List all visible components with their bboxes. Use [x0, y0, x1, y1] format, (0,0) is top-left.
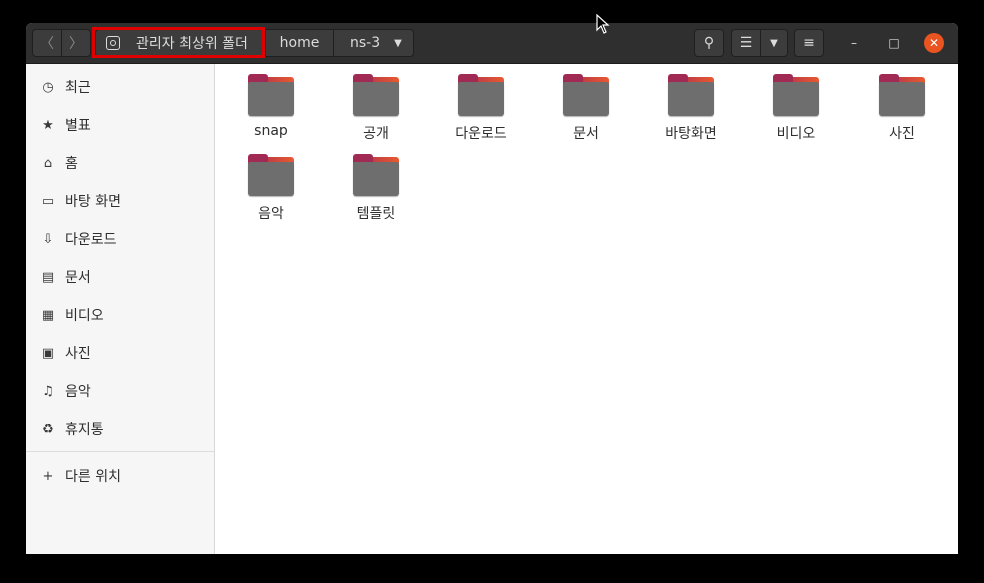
document-icon: ▤: [41, 269, 55, 285]
sidebar-item-trash[interactable]: ♻ 휴지통: [26, 414, 214, 444]
folder-label: 템플릿: [356, 206, 396, 222]
folder-label: 음악: [258, 206, 284, 222]
file-manager-window: 〈 〉 관리자 최상위 폴더 home ns-3 ▼ ⚲ ☰ ▼ ≡ – □ ✕…: [26, 23, 958, 554]
minimize-button[interactable]: –: [844, 33, 864, 53]
folder-item[interactable]: 음악: [226, 154, 316, 223]
file-grid: snap 공개 다운로드 문서 바탕화면 비디오 사진 음악 템플릿: [215, 64, 958, 554]
sidebar-divider: [26, 451, 214, 452]
folder-label: 바탕화면: [665, 126, 717, 142]
folder-item[interactable]: 비디오: [751, 74, 841, 143]
search-icon: ⚲: [703, 35, 715, 51]
star-icon: ★: [42, 117, 54, 133]
music-note-icon: ♫: [42, 383, 54, 399]
sidebar-item-label: 휴지통: [65, 422, 104, 438]
folder-label: 공개: [363, 126, 389, 142]
sidebar-item-starred[interactable]: ★ 별표: [26, 110, 214, 140]
hamburger-menu-icon: ≡: [803, 35, 815, 51]
sidebar-item-desktop[interactable]: ▭ 바탕 화면: [26, 186, 214, 216]
drive-icon: [106, 36, 120, 50]
back-button[interactable]: 〈: [32, 29, 62, 57]
folder-icon: [353, 74, 399, 116]
desktop-icon: ▭: [41, 193, 55, 209]
breadcrumb-home-label: home: [279, 35, 320, 51]
breadcrumb-root[interactable]: 관리자 최상위 폴더: [95, 29, 266, 57]
folder-label: 비디오: [776, 126, 816, 142]
sidebar-item-label: 문서: [65, 270, 91, 286]
sidebar-item-label: 사진: [65, 346, 91, 362]
folder-icon: [668, 74, 714, 116]
sidebar-item-label: 다른 위치: [65, 469, 121, 485]
maximize-button[interactable]: □: [884, 33, 904, 53]
minimize-icon: –: [851, 36, 857, 50]
sidebar-item-label: 음악: [65, 384, 91, 400]
folder-item[interactable]: snap: [226, 74, 316, 139]
folder-icon: [879, 74, 925, 116]
folder-icon: [458, 74, 504, 116]
sidebar-item-recent[interactable]: ◷ 최근: [26, 72, 214, 102]
list-view-button[interactable]: ☰: [731, 29, 761, 57]
film-icon: ▦: [41, 307, 55, 323]
breadcrumb-ns3[interactable]: ns-3 ▼: [333, 29, 414, 57]
sidebar-item-pictures[interactable]: ▣ 사진: [26, 338, 214, 368]
sidebar-item-label: 별표: [65, 118, 91, 134]
close-icon: ✕: [928, 36, 940, 50]
breadcrumb-home[interactable]: home: [265, 29, 334, 57]
sidebar-item-documents[interactable]: ▤ 문서: [26, 262, 214, 292]
view-options-button[interactable]: ▼: [760, 29, 788, 57]
breadcrumb-ns3-label: ns-3: [350, 35, 381, 51]
sidebar: ◷ 최근 ★ 별표 ⌂ 홈 ▭ 바탕 화면 ⇩ 다운로드 ▤ 문서 ▦ 비디오 ▣ 사진 ♫ 음악…: [26, 64, 215, 554]
header-bar: 〈 〉 관리자 최상위 폴더 home ns-3 ▼ ⚲ ☰ ▼ ≡ – □ ✕: [26, 23, 958, 64]
folder-item[interactable]: 템플릿: [331, 154, 421, 223]
folder-label: snap: [254, 123, 288, 139]
clock-icon: ◷: [42, 79, 54, 95]
chevron-left-icon: 〈: [40, 36, 54, 52]
folder-label: 사진: [889, 126, 915, 142]
folder-icon: [773, 74, 819, 116]
sidebar-item-downloads[interactable]: ⇩ 다운로드: [26, 224, 214, 254]
dropdown-arrow-icon: ▼: [770, 37, 778, 49]
search-button[interactable]: ⚲: [694, 29, 724, 57]
chevron-right-icon: 〉: [69, 36, 83, 52]
folder-item[interactable]: 사진: [857, 74, 947, 143]
folder-icon: [248, 154, 294, 196]
sidebar-item-label: 비디오: [65, 308, 104, 324]
mouse-cursor-icon: [596, 14, 610, 34]
folder-item[interactable]: 공개: [331, 74, 421, 143]
maximize-icon: □: [888, 36, 900, 50]
sidebar-item-label: 최근: [65, 80, 91, 96]
dropdown-arrow-icon: ▼: [394, 37, 402, 49]
sidebar-item-label: 홈: [65, 156, 78, 172]
folder-icon: [248, 74, 294, 116]
folder-label: 문서: [573, 126, 599, 142]
folder-item[interactable]: 바탕화면: [646, 74, 736, 143]
sidebar-item-music[interactable]: ♫ 음악: [26, 376, 214, 406]
close-button[interactable]: ✕: [924, 33, 944, 53]
image-icon: ▣: [41, 345, 55, 361]
folder-item[interactable]: 문서: [541, 74, 631, 143]
forward-button[interactable]: 〉: [61, 29, 91, 57]
sidebar-item-videos[interactable]: ▦ 비디오: [26, 300, 214, 330]
sidebar-item-other-locations[interactable]: + 다른 위치: [26, 461, 214, 491]
plus-icon: +: [42, 468, 54, 484]
trash-icon: ♻: [42, 421, 54, 437]
download-icon: ⇩: [42, 231, 54, 247]
sidebar-item-home[interactable]: ⌂ 홈: [26, 148, 214, 178]
sidebar-item-label: 바탕 화면: [65, 194, 121, 210]
folder-icon: [563, 74, 609, 116]
folder-item[interactable]: 다운로드: [436, 74, 526, 143]
sidebar-item-label: 다운로드: [65, 232, 117, 248]
breadcrumb-root-label: 관리자 최상위 폴더: [136, 36, 248, 52]
home-icon: ⌂: [43, 155, 53, 171]
folder-icon: [353, 154, 399, 196]
list-view-icon: ☰: [739, 35, 753, 51]
folder-label: 다운로드: [455, 126, 507, 142]
menu-button[interactable]: ≡: [794, 29, 824, 57]
